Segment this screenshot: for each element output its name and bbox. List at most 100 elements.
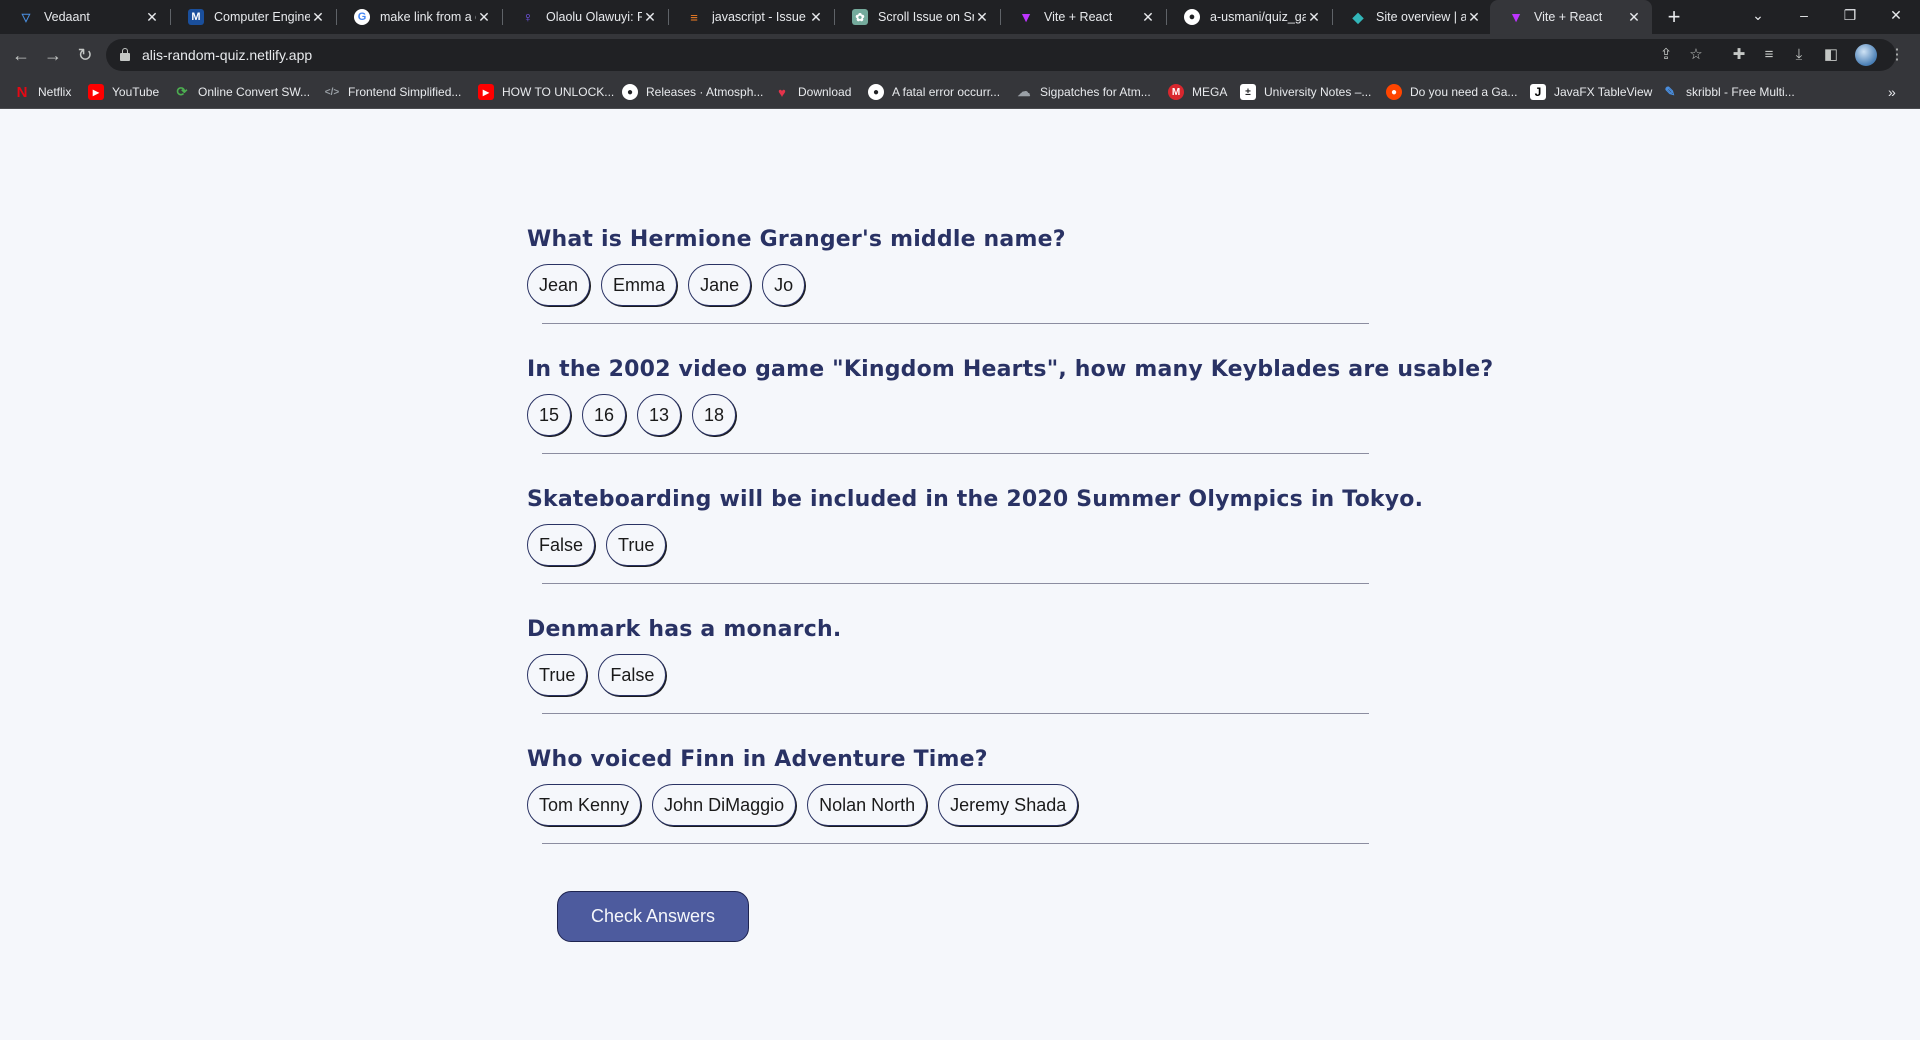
download-site-icon: ♥	[778, 84, 786, 100]
answer-option[interactable]: True	[527, 654, 588, 696]
tab-title: Vedaant	[44, 10, 90, 24]
close-icon[interactable]: ✕	[808, 9, 824, 26]
bookmark-item[interactable]: N Netflix	[14, 76, 72, 108]
answer-option[interactable]: John DiMaggio	[652, 784, 797, 826]
extensions-icon[interactable]: ✚	[1726, 42, 1752, 68]
bookmark-label: Online Convert SW...	[198, 85, 311, 99]
tab-title: javascript - Issue w	[712, 10, 808, 24]
browser-tab[interactable]: M Computer Enginee ✕	[170, 0, 336, 34]
vite-icon: ▼	[1019, 9, 1033, 25]
browser-tab-active[interactable]: ▼ Vite + React ✕	[1490, 0, 1652, 34]
bookmark-item[interactable]: ✎ skribbl - Free Multi...	[1662, 76, 1795, 108]
answer-group: 15 16 13 18	[527, 394, 736, 436]
answer-option[interactable]: 15	[527, 394, 571, 436]
menu-kebab-icon[interactable]: ⋮	[1884, 42, 1910, 68]
stackoverflow-icon: ≡	[690, 9, 698, 25]
bookmark-label: A fatal error occurr...	[892, 85, 1001, 99]
lock-icon[interactable]	[120, 48, 130, 61]
question-block: What is Hermione Granger's middle name? …	[527, 227, 1387, 324]
answer-option[interactable]: 18	[692, 394, 736, 436]
answer-option[interactable]: Jane	[688, 264, 752, 306]
answer-option[interactable]: Tom Kenny	[527, 784, 642, 826]
browser-tab[interactable]: G make link from a e ✕	[336, 0, 502, 34]
answer-option[interactable]: 13	[637, 394, 681, 436]
divider	[542, 583, 1369, 584]
question-block: In the 2002 video game "Kingdom Hearts",…	[527, 357, 1493, 454]
github-icon: ●	[868, 84, 884, 100]
bookmark-item[interactable]: ♥ Download	[774, 76, 851, 108]
browser-tab[interactable]: ▼ Vite + React ✕	[1000, 0, 1166, 34]
answer-option[interactable]: Jeremy Shada	[938, 784, 1079, 826]
answer-option[interactable]: Emma	[601, 264, 678, 306]
url-text[interactable]: alis-random-quiz.netlify.app	[142, 39, 312, 71]
share-icon[interactable]: ⇪	[1654, 39, 1678, 71]
close-icon[interactable]: ✕	[1306, 9, 1322, 26]
close-icon[interactable]: ✕	[1466, 9, 1482, 26]
address-bar[interactable]: alis-random-quiz.netlify.app ⇪ ☆	[106, 39, 1896, 71]
bookmark-item[interactable]: M MEGA	[1168, 76, 1227, 108]
bookmark-label: Frontend Simplified...	[348, 85, 462, 99]
reload-icon[interactable]: ↻	[72, 42, 98, 68]
pencil-icon: ✎	[1664, 84, 1676, 99]
bookmark-label: JavaFX TableView	[1554, 85, 1653, 99]
divider	[542, 713, 1369, 714]
browser-tab[interactable]: ● a-usmani/quiz_gan ✕	[1166, 0, 1332, 34]
close-icon[interactable]: ✕	[476, 9, 492, 26]
m-logo-icon: M	[188, 9, 204, 25]
bookmark-item[interactable]: </> Frontend Simplified...	[324, 76, 462, 108]
close-icon[interactable]: ✕	[1140, 9, 1156, 26]
bookmark-item[interactable]: ☁ Sigpatches for Atm...	[1016, 76, 1151, 108]
answer-option[interactable]: Nolan North	[807, 784, 928, 826]
answer-option[interactable]: Jo	[762, 264, 806, 306]
bookmark-item[interactable]: ± University Notes –...	[1240, 76, 1371, 108]
close-icon[interactable]: ✕	[1626, 9, 1642, 26]
github-icon: ●	[1184, 9, 1200, 25]
close-icon[interactable]: ✕	[144, 9, 160, 26]
check-answers-button[interactable]: Check Answers	[557, 891, 749, 942]
tab-title: Olaolu Olawuyi: Fr	[546, 10, 642, 24]
answer-option[interactable]: Jean	[527, 264, 591, 306]
close-icon[interactable]: ✕	[310, 9, 326, 26]
bookmark-item[interactable]: ⟳ Online Convert SW...	[174, 76, 311, 108]
answer-option[interactable]: False	[598, 654, 667, 696]
restore-icon[interactable]: ❐	[1827, 0, 1873, 30]
browser-tab[interactable]: ▽ Vedaant ✕	[0, 0, 170, 34]
question-text: What is Hermione Granger's middle name?	[527, 227, 1066, 252]
browser-tab[interactable]: ◆ Site overview | alis ✕	[1332, 0, 1492, 34]
browser-tab[interactable]: ✿ Scroll Issue on Sm ✕	[834, 0, 1000, 34]
bookmark-item[interactable]: ● Releases · Atmosph...	[622, 76, 763, 108]
close-icon[interactable]: ✕	[642, 9, 658, 26]
question-block: Skateboarding will be included in the 20…	[527, 487, 1423, 584]
answer-group: False True	[527, 524, 667, 566]
more-bookmarks-icon[interactable]: »	[1888, 76, 1896, 108]
answer-option[interactable]: False	[527, 524, 596, 566]
bookmark-star-icon[interactable]: ☆	[1684, 39, 1708, 71]
tab-title: Scroll Issue on Sm	[878, 10, 974, 24]
tab-search-icon[interactable]: ⌄	[1735, 0, 1781, 30]
side-panel-icon[interactable]: ◧	[1818, 42, 1844, 68]
close-icon[interactable]: ✕	[974, 9, 990, 26]
bookmark-label: Download	[798, 85, 852, 99]
bookmark-item[interactable]: J JavaFX TableView	[1530, 76, 1652, 108]
vpn-shield-icon: ▽	[21, 11, 31, 24]
profile-avatar[interactable]	[1855, 44, 1877, 66]
back-arrow-icon[interactable]: ←	[8, 42, 34, 68]
bookmark-item[interactable]: ● Do you need a Ga...	[1386, 76, 1517, 108]
new-tab-button[interactable]: +	[1662, 4, 1686, 30]
answer-option[interactable]: True	[606, 524, 667, 566]
media-queue-icon[interactable]: ≡	[1756, 42, 1782, 68]
bookmark-item[interactable]: ▶ YouTube	[88, 76, 159, 108]
download-icon[interactable]: ⤓	[1786, 42, 1812, 68]
answer-option[interactable]: 16	[582, 394, 626, 436]
bookmark-label: Releases · Atmosph...	[646, 85, 764, 99]
reddit-icon: ●	[1386, 84, 1402, 100]
forward-arrow-icon[interactable]: →	[40, 42, 66, 68]
vite-icon: ▼	[1509, 9, 1523, 25]
browser-tab[interactable]: ≡ javascript - Issue w ✕	[668, 0, 834, 34]
bookmark-item[interactable]: ● A fatal error occurr...	[868, 76, 1000, 108]
tab-title: make link from a e	[380, 10, 476, 24]
bookmark-item[interactable]: ▶ HOW TO UNLOCK...	[478, 76, 614, 108]
minimize-icon[interactable]: –	[1781, 0, 1827, 30]
browser-tab[interactable]: ♀ Olaolu Olawuyi: Fr ✕	[502, 0, 668, 34]
window-close-icon[interactable]: ✕	[1873, 0, 1919, 30]
